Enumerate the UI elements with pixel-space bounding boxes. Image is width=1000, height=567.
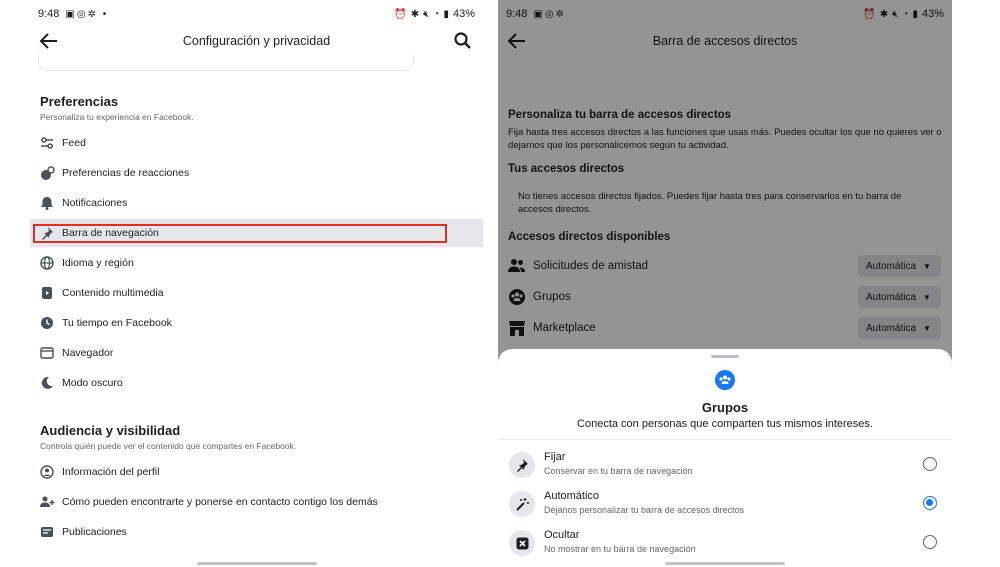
hide-icon (509, 530, 535, 556)
menu-item-posts[interactable]: Publicaciones (30, 518, 483, 546)
menu-item-label: Idioma y región (62, 257, 134, 269)
menu-item-label: Barra de navegación (62, 227, 159, 239)
option-hide[interactable]: Ocultar No mostrar en tu barra de navega… (498, 527, 952, 563)
menu-item-label: Navegador (62, 347, 114, 359)
menu-item-dark-mode[interactable]: Modo oscuro (30, 369, 483, 397)
menu-item-browser[interactable]: Navegador (30, 339, 483, 367)
option-label: Ocultar (544, 529, 580, 541)
reactions-icon (39, 165, 55, 181)
radio-pin[interactable] (923, 457, 937, 471)
status-bar: 9:48 ▣◎✲ • ⏰ ✱ 🔇︎ ◔ ▮ 43% (30, 0, 483, 28)
menu-item-label: Preferencias de reacciones (62, 167, 190, 179)
sheet-subtitle: Conecta con personas que comparten tus m… (577, 418, 873, 430)
bell-icon (39, 195, 55, 211)
option-description: Conservar en tu barra de navegación (544, 466, 693, 476)
status-right: ⏰ ✱ 🔇︎ ◔ ▮ 43% (394, 8, 475, 20)
home-indicator (197, 562, 317, 565)
home-indicator (665, 562, 785, 565)
alarm-icon: ⏰ (394, 8, 407, 20)
menu-item-label: Feed (62, 137, 86, 149)
option-label: Fijar (544, 451, 566, 463)
groups-icon (715, 370, 735, 390)
menu-item-language[interactable]: Idioma y región (30, 249, 483, 277)
notification-icons: ▣◎✲ • (65, 8, 109, 20)
menu-item-label: Tu tiempo en Facebook (62, 317, 172, 329)
menu-item-profile-info[interactable]: Información del perfil (30, 458, 483, 486)
search-icon[interactable] (453, 31, 473, 51)
media-icon (39, 285, 55, 301)
option-pin[interactable]: Fijar Conservar en tu barra de navegació… (498, 449, 952, 485)
menu-item-contact[interactable]: Cómo pueden encontrarte y ponerse en con… (30, 488, 483, 516)
back-arrow-icon[interactable] (38, 30, 60, 52)
divider (498, 439, 952, 440)
option-description: No mostrar en tu barra de navegación (544, 544, 696, 554)
radio-automatic[interactable] (923, 496, 937, 510)
menu-item-label: Cómo pueden encontrarte y ponerse en con… (62, 496, 378, 508)
menu-item-label: Notificaciones (62, 197, 128, 209)
menu-item-feed[interactable]: Feed (30, 129, 483, 157)
posts-icon (39, 524, 55, 540)
contact-icon (39, 494, 55, 510)
pin-icon (509, 452, 535, 478)
menu-item-label: Contenido multimedia (62, 287, 164, 299)
menu-item-notifications[interactable]: Notificaciones (30, 189, 483, 217)
menu-item-time[interactable]: Tu tiempo en Facebook (30, 309, 483, 337)
radio-hide[interactable] (923, 535, 937, 549)
audience-subtitle: Controla quién puede ver el contenido qu… (40, 441, 297, 451)
option-automatic[interactable]: Automático Déjanos personalizar tu barra… (498, 488, 952, 524)
menu-item-label: Modo oscuro (62, 377, 123, 389)
menu-item-label: Información del perfil (62, 466, 160, 478)
page-title: Configuración y privacidad (182, 34, 331, 48)
browser-icon (39, 345, 55, 361)
menu-item-media[interactable]: Contenido multimedia (30, 279, 483, 307)
clock-icon (39, 315, 55, 331)
audience-title: Audiencia y visibilidad (40, 423, 181, 438)
magic-wand-icon (509, 491, 535, 517)
sheet-title: Grupos (701, 400, 749, 415)
moon-icon (39, 375, 55, 391)
shortcuts-screen: 9:48 ▣◎✲ ⏰ ✱ 🔇︎ ◔ ▮ 43% Barra de accesos… (498, 0, 952, 567)
status-time: 9:48 (38, 8, 60, 20)
bluetooth-icon: ✱ (410, 8, 420, 20)
preferences-subtitle: Personaliza tu experiencia en Facebook. (40, 112, 194, 122)
preferences-title: Preferencias (40, 94, 119, 109)
drag-handle[interactable] (711, 355, 739, 358)
card-edge (38, 55, 414, 71)
option-label: Automático (544, 490, 600, 502)
mute-icon: 🔇︎ (423, 8, 430, 20)
globe-icon (39, 255, 55, 271)
menu-item-navigation-bar[interactable]: Barra de navegación (30, 219, 483, 247)
wifi-icon: ◔ (433, 8, 440, 20)
settings-screen: 9:48 ▣◎✲ • ⏰ ✱ 🔇︎ ◔ ▮ 43% Configuración … (30, 0, 483, 567)
sliders-icon (39, 135, 55, 151)
app-bar: Configuración y privacidad (30, 28, 483, 54)
bottom-sheet: Grupos Conecta con personas que comparte… (498, 349, 952, 567)
battery-level: 43% (452, 8, 475, 20)
signal-icon: ▮ (443, 8, 449, 20)
option-description: Déjanos personalizar tu barra de accesos… (544, 505, 745, 515)
menu-item-reactions[interactable]: Preferencias de reacciones (30, 159, 483, 187)
profile-icon (39, 464, 55, 480)
menu-item-label: Publicaciones (62, 526, 127, 538)
